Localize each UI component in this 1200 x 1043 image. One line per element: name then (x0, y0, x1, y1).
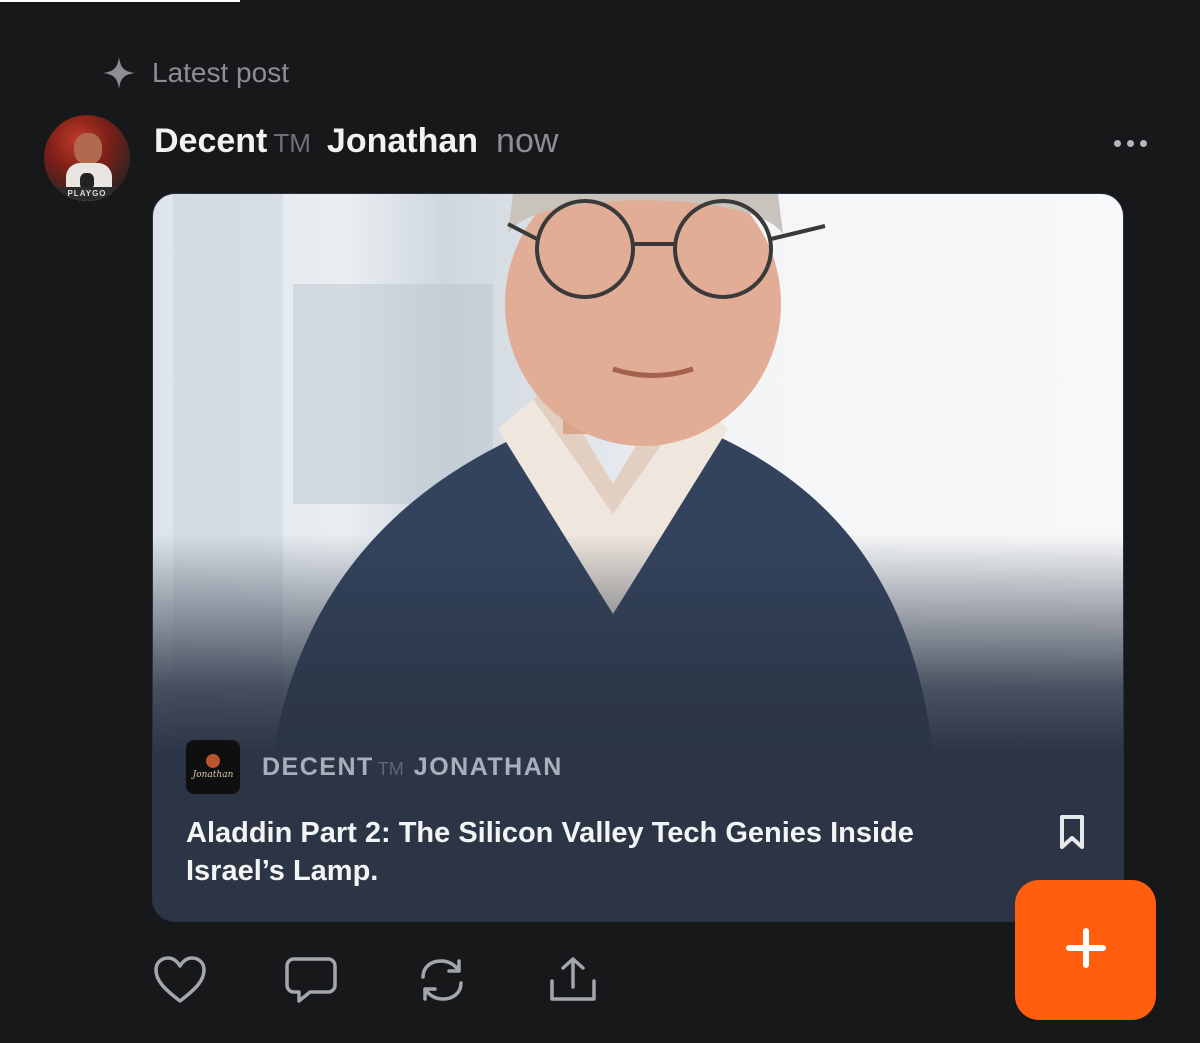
author-line: Decent TM Jonathan now (154, 122, 558, 161)
publication-name: DECENT TM JONATHAN (262, 753, 563, 782)
author-name-last[interactable]: Jonathan (327, 122, 478, 161)
avatar-caption: PLAYGO (52, 187, 122, 201)
latest-post-header: Latest post (102, 56, 289, 90)
top-indicator-bar (0, 0, 240, 2)
avatar[interactable]: PLAYGO (44, 115, 130, 201)
comment-icon[interactable] (283, 953, 339, 1007)
post-card[interactable]: Jonathan DECENT TM JONATHAN Aladdin Part… (153, 194, 1123, 921)
publication-name-first: DECENT (262, 752, 374, 781)
publication-logo: Jonathan (186, 740, 240, 794)
sparkle-icon (102, 56, 136, 90)
bookmark-icon[interactable] (1059, 814, 1085, 855)
post-time: now (496, 122, 559, 160)
author-name-first[interactable]: Decent (154, 122, 267, 161)
post-image (153, 194, 1123, 754)
heart-icon[interactable] (152, 953, 208, 1007)
publication-name-last: JONATHAN (413, 752, 563, 781)
publication-row[interactable]: Jonathan DECENT TM JONATHAN (186, 740, 563, 794)
share-icon[interactable] (545, 953, 601, 1007)
plus-icon (1065, 927, 1107, 974)
post-title[interactable]: Aladdin Part 2: The Silicon Valley Tech … (186, 814, 986, 890)
publication-tm: TM (377, 758, 404, 779)
repost-icon[interactable] (414, 953, 470, 1007)
more-dot (1127, 139, 1134, 147)
more-dot (1114, 139, 1121, 147)
section-label: Latest post (152, 57, 289, 88)
more-options-button[interactable] (1114, 133, 1154, 153)
author-tm: TM (273, 128, 311, 158)
post-actions (152, 953, 676, 1007)
more-dot (1140, 139, 1147, 147)
publication-logo-text: Jonathan (192, 770, 234, 780)
compose-button[interactable] (1015, 880, 1156, 1020)
